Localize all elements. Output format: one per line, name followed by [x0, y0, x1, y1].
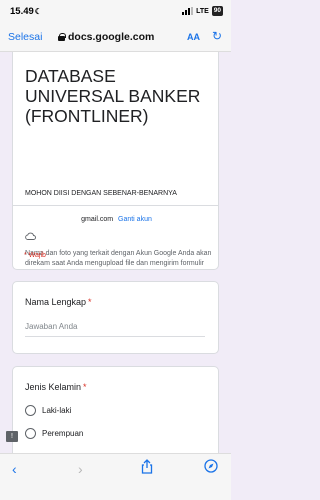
compass-icon[interactable]: [204, 459, 218, 473]
form-header-card: DATABASE UNIVERSAL BANKER (FRONTLINER) M…: [12, 52, 219, 270]
radio-button[interactable]: [25, 405, 36, 416]
form-description: MOHON DIISI DENGAN SEBENAR-BENARNYA: [25, 190, 177, 197]
radio-button[interactable]: [25, 428, 36, 439]
radio-option-female[interactable]: Perempuan: [25, 428, 83, 439]
question-label-text: Nama Lengkap: [25, 297, 87, 307]
question-card-gender: Jenis Kelamin * Laki-laki Perempuan: [12, 366, 219, 466]
browser-toolbar: ‹ ›: [0, 453, 231, 500]
question-label-text: Jenis Kelamin: [25, 382, 82, 392]
divider: [13, 205, 218, 206]
radio-option-male[interactable]: Laki-laki: [25, 405, 71, 416]
radio-label: Perempuan: [42, 429, 84, 438]
radio-label: Laki-laki: [42, 406, 72, 415]
signal-icon: [182, 7, 194, 15]
required-mark: *: [88, 297, 92, 307]
form-title: DATABASE UNIVERSAL BANKER (FRONTLINER): [25, 66, 201, 126]
address-bar[interactable]: docs.google.com: [58, 31, 154, 43]
status-bar: 15.49☾ LTE 90: [0, 0, 231, 24]
switch-account-link[interactable]: Ganti akun: [118, 216, 152, 223]
question-card-name: Nama Lengkap * Jawaban Anda: [12, 281, 219, 354]
network-label: LTE: [196, 7, 209, 15]
name-input[interactable]: Jawaban Anda: [25, 322, 205, 337]
battery-icon: 90: [211, 6, 223, 16]
status-time: 15.49☾: [10, 6, 42, 17]
feedback-icon[interactable]: !: [6, 431, 18, 442]
browser-header: Selesai docs.google.com AA ↻: [0, 24, 231, 52]
question-label: Nama Lengkap *: [25, 297, 92, 307]
url-text: docs.google.com: [68, 31, 155, 43]
required-note: * Wajib: [24, 252, 46, 259]
cloud-icon: [25, 232, 36, 240]
text-size-button[interactable]: AA: [187, 32, 200, 42]
reload-icon[interactable]: ↻: [212, 29, 222, 43]
back-icon[interactable]: ‹: [12, 461, 17, 477]
share-icon[interactable]: [141, 459, 153, 474]
required-mark: *: [83, 382, 87, 392]
status-indicators: LTE 90: [182, 6, 223, 16]
account-email: gmail.com: [81, 216, 114, 223]
moon-icon: ☾: [34, 7, 42, 16]
clock-text: 15.49: [10, 6, 34, 17]
lock-icon: [58, 33, 66, 41]
account-row: gmail.com Ganti akun: [13, 216, 218, 223]
privacy-note: Nama dan foto yang terkait dengan Akun G…: [25, 250, 212, 267]
forward-icon[interactable]: ›: [78, 461, 83, 477]
done-button[interactable]: Selesai: [8, 31, 42, 43]
question-label: Jenis Kelamin *: [25, 382, 87, 392]
